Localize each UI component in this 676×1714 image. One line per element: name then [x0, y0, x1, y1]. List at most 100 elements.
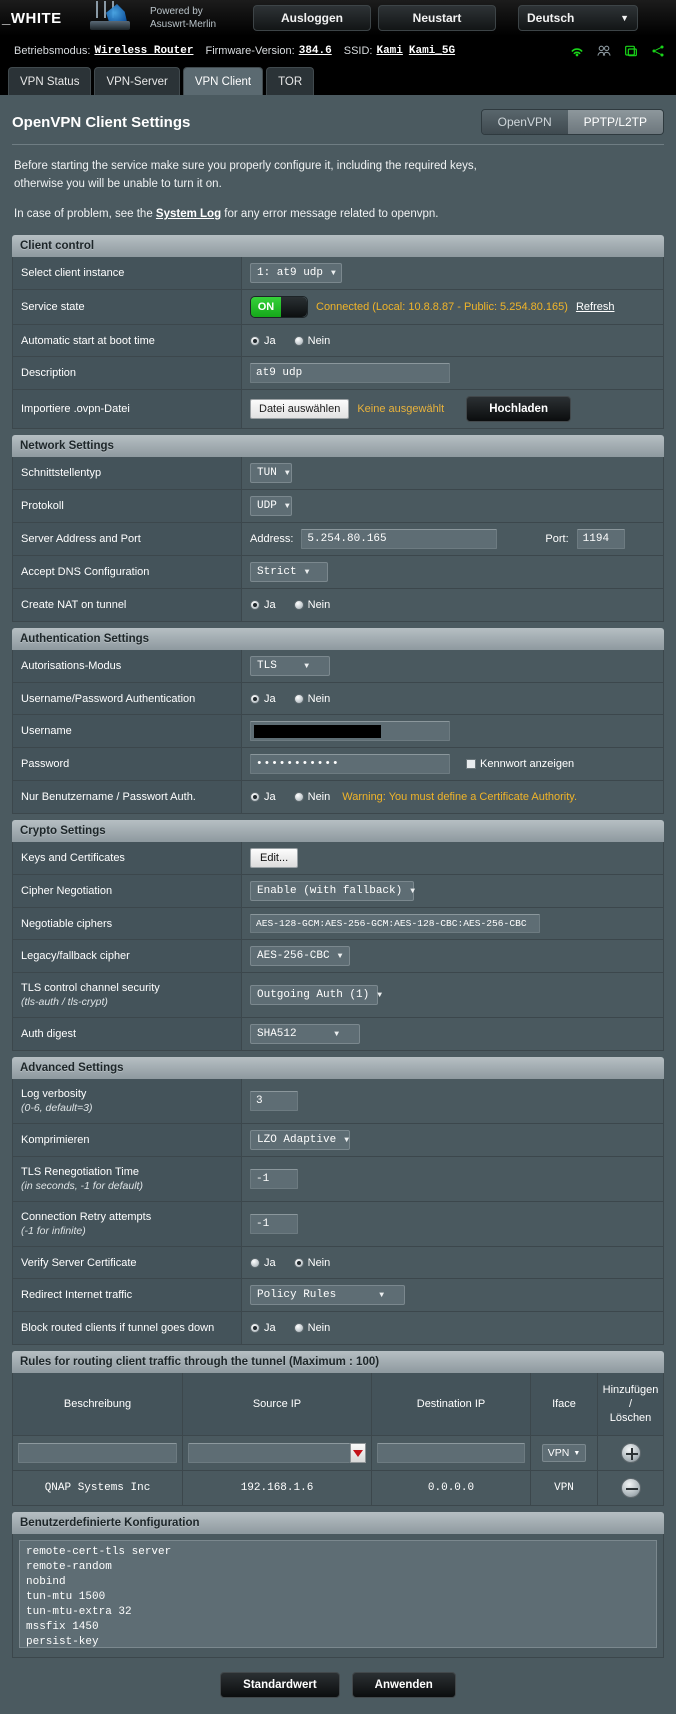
only-username-password-radio-no[interactable]: Nein [293, 791, 330, 803]
block-routed-clients-radio-yes[interactable]: Ja [250, 1322, 276, 1334]
autostart-yes-label: Ja [264, 334, 276, 347]
logout-button[interactable]: Ausloggen [253, 5, 371, 31]
autostart-radio-no[interactable]: Nein [293, 334, 331, 347]
cipher-negotiation-dropdown[interactable]: Enable (with fallback) ▼ [250, 881, 415, 901]
username-password-auth-radio-no[interactable]: Nein [293, 692, 331, 705]
service-state-toggle[interactable]: ON [250, 296, 308, 318]
description-input[interactable] [250, 363, 450, 383]
show-password-label: Kennwort anzeigen [480, 758, 575, 770]
autostart-no-label: Nein [307, 334, 331, 347]
add-rule-button[interactable] [620, 1443, 641, 1463]
ssid-value-24g[interactable]: Kami [376, 45, 402, 57]
cipher-negotiation-value: Enable (with fallback) [257, 885, 403, 897]
server-address-input[interactable] [301, 529, 498, 549]
redirect-internet-traffic-dropdown[interactable]: Policy Rules ▼ [250, 1285, 405, 1305]
verify-server-certificate-radio-yes[interactable]: Ja [250, 1257, 276, 1269]
choose-file-button[interactable]: Datei auswählen [250, 399, 350, 419]
connection-retry-input[interactable] [250, 1214, 298, 1234]
row-autostart: Automatic start at boot time Ja Nein [13, 325, 663, 357]
row-compression: Komprimieren LZO Adaptive ▼ [13, 1124, 663, 1157]
new-rule-destination-ip-input[interactable] [377, 1443, 525, 1463]
block-routed-clients-radio-no[interactable]: Nein [293, 1322, 331, 1334]
protocol-dropdown[interactable]: UDP ▼ [250, 496, 292, 516]
system-log-link[interactable]: System Log [156, 208, 221, 220]
radio-icon [293, 600, 304, 610]
block-routed-clients-label: Block routed clients if tunnel goes down [13, 1312, 242, 1344]
interface-type-dropdown[interactable]: TUN ▼ [250, 463, 292, 483]
column-header-add-delete: Hinzufügen / Löschen [598, 1373, 663, 1435]
compression-dropdown[interactable]: LZO Adaptive ▼ [250, 1130, 350, 1150]
reboot-button[interactable]: Neustart [378, 5, 496, 31]
new-rule-source-ip-input[interactable] [188, 1443, 350, 1463]
new-rule-iface-dropdown[interactable]: VPN ▼ [541, 1444, 587, 1462]
dropdown-arrow-icon[interactable] [349, 1443, 366, 1463]
auth-mode-dropdown[interactable]: TLS ▼ [250, 656, 330, 676]
password-input[interactable] [250, 754, 450, 774]
chevron-down-icon: ▼ [284, 501, 290, 511]
tab-vpn-status[interactable]: VPN Status [8, 67, 92, 95]
negotiable-ciphers-input[interactable] [250, 914, 540, 933]
tls-control-channel-dropdown[interactable]: Outgoing Auth (1) ▼ [250, 985, 382, 1005]
edit-keys-button[interactable]: Edit... [250, 848, 299, 868]
opmode-value[interactable]: Wireless Router [94, 45, 193, 57]
footer-buttons: Standardwert Anwenden [12, 1658, 664, 1714]
radio-icon [250, 693, 260, 704]
group-network-settings: Network Settings Schnittstellentyp TUN ▼… [12, 435, 664, 622]
routing-rules-table: Beschreibung Source IP Destination IP If… [12, 1373, 664, 1506]
username-password-auth-yes-label: Ja [264, 692, 276, 705]
status-icon-group [569, 43, 666, 59]
language-selector[interactable]: Deutsch ▼ [518, 5, 638, 31]
brand-logo: _WHITE [2, 9, 62, 27]
chevron-down-icon: ▼ [377, 990, 383, 1000]
share-icon[interactable] [650, 43, 666, 59]
autostart-radio-yes[interactable]: Ja [250, 335, 276, 347]
delete-rule-button[interactable] [620, 1478, 641, 1498]
only-username-password-radio-yes[interactable]: Ja [250, 791, 276, 803]
verify-server-certificate-radio-no[interactable]: Nein [293, 1257, 330, 1269]
new-rule-description-input[interactable] [18, 1443, 177, 1463]
username-password-auth-no-label: Nein [307, 692, 331, 705]
radio-icon [250, 792, 260, 802]
row-connection-retry: Connection Retry attempts (-1 for infini… [13, 1202, 663, 1247]
log-verbosity-sublabel: (0-6, default=3) [21, 1102, 93, 1114]
row-accept-dns: Accept DNS Configuration Strict ▼ [13, 556, 663, 589]
intro-line-3: In case of problem, see the System Log f… [14, 205, 662, 223]
tab-vpn-client[interactable]: VPN Client [182, 67, 264, 95]
log-verbosity-input[interactable] [250, 1091, 298, 1111]
default-button[interactable]: Standardwert [220, 1672, 340, 1698]
row-service-state: Service state ON Connected (Local: 10.8.… [13, 290, 663, 325]
radio-icon [293, 792, 304, 802]
tls-renegotiation-input[interactable] [250, 1169, 298, 1189]
username-password-auth-radio-yes[interactable]: Ja [250, 693, 276, 705]
new-rule-source-ip-combo[interactable] [188, 1443, 366, 1463]
radio-icon [250, 1257, 260, 1268]
usb-network-icon[interactable] [623, 43, 639, 59]
firmware-value[interactable]: 384.6 [299, 45, 332, 57]
block-no-label: Nein [307, 1322, 331, 1334]
tab-vpn-server[interactable]: VPN-Server [94, 67, 180, 95]
create-nat-radio-no[interactable]: Nein [293, 599, 330, 611]
auth-digest-dropdown[interactable]: SHA512 ▼ [250, 1024, 360, 1044]
server-port-input[interactable] [576, 529, 625, 549]
create-nat-radio-yes[interactable]: Ja [250, 599, 276, 611]
segment-pptp-l2tp[interactable]: PPTP/L2TP [567, 110, 663, 134]
apply-button[interactable]: Anwenden [351, 1672, 456, 1698]
chevron-down-icon: ▼ [284, 468, 290, 478]
show-password-checkbox[interactable]: Kennwort anzeigen [466, 758, 574, 770]
custom-config-textarea[interactable] [19, 1540, 657, 1648]
upload-button[interactable]: Hochladen [466, 396, 571, 422]
routing-rules-header-row: Beschreibung Source IP Destination IP If… [13, 1373, 663, 1436]
wifi-icon[interactable] [569, 43, 585, 59]
powered-by-text: Powered by Asuswrt-Merlin [150, 5, 246, 31]
row-select-client-instance: Select client instance 1: at9 udp ▼ [13, 257, 663, 290]
tls-control-channel-label: TLS control channel security (tls-auth /… [13, 973, 242, 1017]
tab-tor[interactable]: TOR [266, 67, 315, 95]
auth-digest-value: SHA512 [257, 1028, 297, 1040]
ssid-value-5g[interactable]: Kami_5G [409, 45, 455, 57]
clients-icon[interactable] [596, 43, 612, 59]
legacy-cipher-dropdown[interactable]: AES-256-CBC ▼ [250, 946, 350, 966]
select-client-instance-dropdown[interactable]: 1: at9 udp ▼ [250, 263, 342, 283]
segment-openvpn[interactable]: OpenVPN [481, 110, 568, 134]
refresh-link[interactable]: Refresh [576, 301, 615, 313]
accept-dns-dropdown[interactable]: Strict ▼ [250, 562, 328, 582]
